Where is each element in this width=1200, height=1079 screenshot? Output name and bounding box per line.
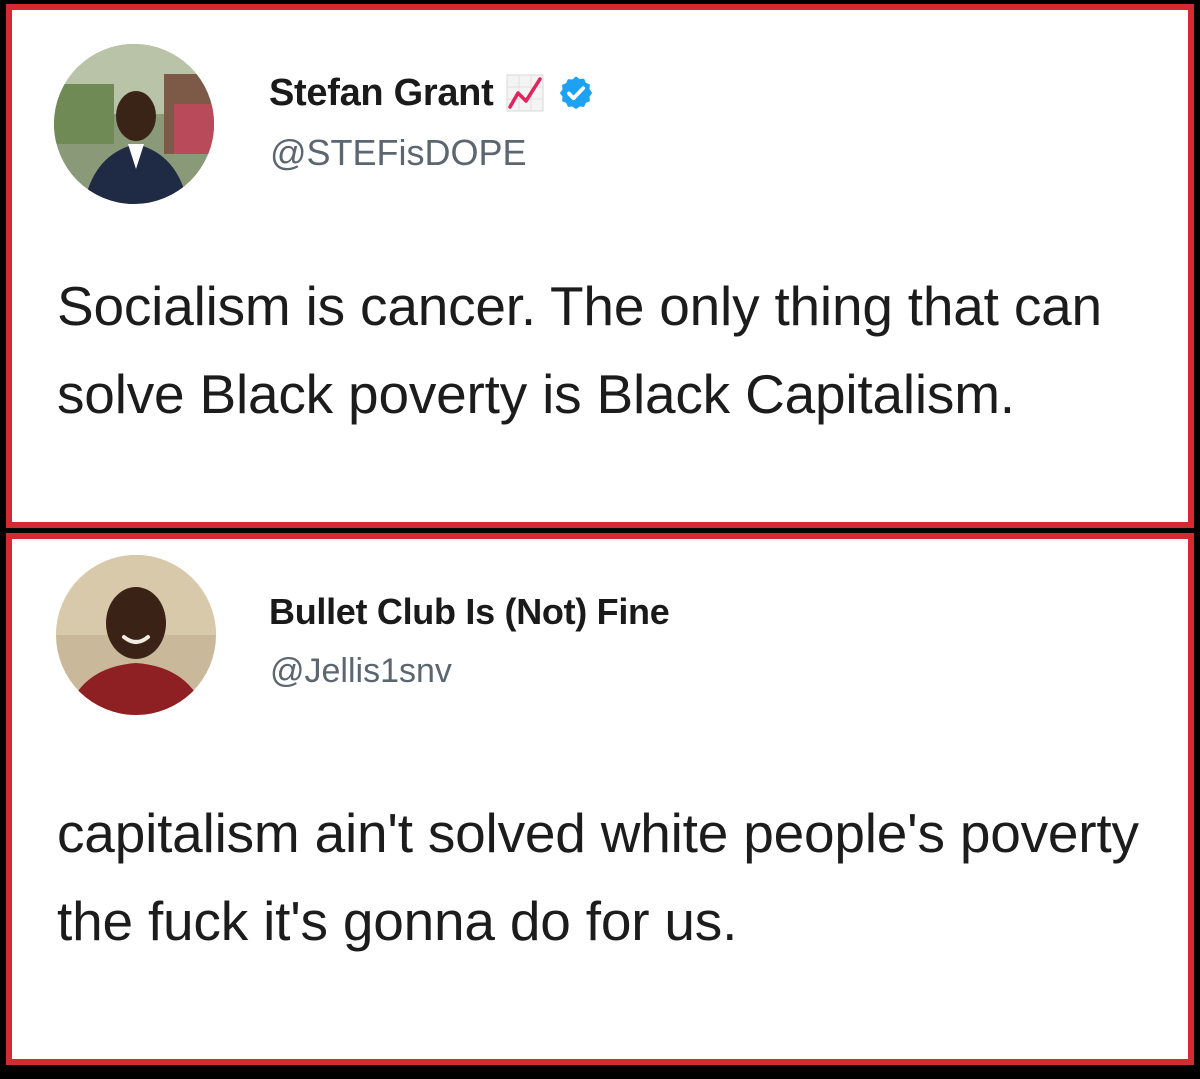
tweet-text: Socialism is cancer. The only thing that… xyxy=(57,275,1102,425)
avatar[interactable] xyxy=(54,44,214,204)
tweet-card-bullet-club[interactable]: Bullet Club Is (Not) Fine @Jellis1snv ca… xyxy=(6,533,1194,1065)
name-row: Bullet Club Is (Not) Fine xyxy=(269,589,670,635)
chart-increasing-emoji-icon xyxy=(505,73,545,113)
avatar-photo xyxy=(54,44,214,204)
avatar-photo xyxy=(56,555,216,715)
user-handle[interactable]: @STEFisDOPE xyxy=(270,132,527,174)
user-handle[interactable]: @Jellis1snv xyxy=(270,652,452,691)
tweet-text: capitalism ain't solved white people's p… xyxy=(57,802,1139,952)
tweet-card-stefan-grant[interactable]: Stefan Grant @STEFisDOPE Socialism is ca… xyxy=(6,4,1194,528)
display-name[interactable]: Bullet Club Is (Not) Fine xyxy=(269,591,670,633)
name-row: Stefan Grant xyxy=(269,68,595,118)
display-name[interactable]: Stefan Grant xyxy=(269,72,494,115)
verified-badge-icon xyxy=(557,74,595,112)
avatar[interactable] xyxy=(56,555,216,715)
